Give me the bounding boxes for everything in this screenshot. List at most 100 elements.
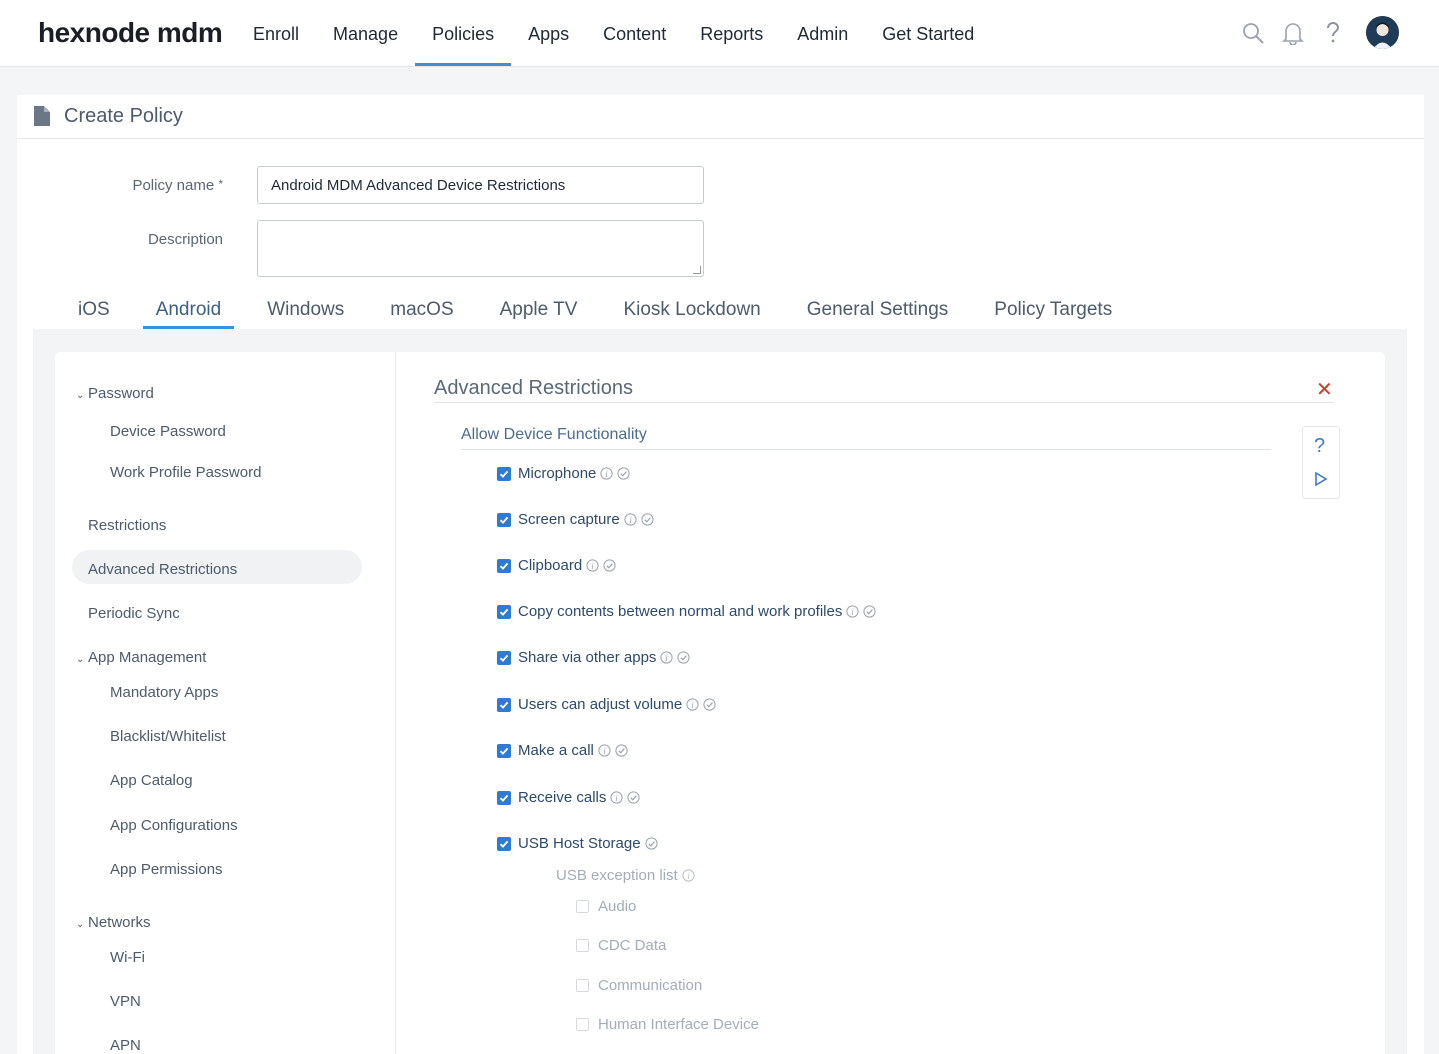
section-title: Advanced Restrictions: [434, 377, 633, 399]
play-icon[interactable]: [1314, 471, 1328, 492]
sidebar-item-mandatory-apps[interactable]: Mandatory Apps: [110, 684, 218, 701]
checkbox[interactable]: [497, 650, 511, 665]
resize-handle[interactable]: [693, 266, 701, 274]
checkbox[interactable]: [497, 697, 511, 712]
search-icon[interactable]: [1240, 20, 1266, 46]
tab-kiosk-lockdown[interactable]: Kiosk Lockdown: [600, 291, 783, 329]
nav-admin[interactable]: Admin: [780, 0, 865, 66]
nav-manage[interactable]: Manage: [316, 0, 415, 66]
usb-exception-label[interactable]: Human Interface Device: [598, 1016, 759, 1033]
checkbox[interactable]: [497, 466, 511, 481]
info-icon[interactable]: i: [660, 651, 674, 664]
option-label[interactable]: Share via other apps: [518, 649, 656, 666]
nav-content[interactable]: Content: [586, 0, 683, 66]
option-row: Receive calls i: [497, 789, 640, 806]
tab-android[interactable]: Android: [133, 291, 245, 329]
option-label[interactable]: Microphone: [518, 465, 596, 482]
verified-icon: [617, 467, 630, 480]
sidebar-item-wifi[interactable]: Wi-Fi: [110, 949, 145, 966]
option-label[interactable]: Copy contents between normal and work pr…: [518, 603, 842, 620]
verified-icon: [863, 605, 876, 618]
checkbox[interactable]: [497, 558, 511, 573]
policy-panel: ⌄ Password Device Password Work Profile P…: [55, 352, 1385, 1054]
tab-windows[interactable]: Windows: [244, 291, 367, 329]
checkbox[interactable]: [497, 604, 511, 619]
tab-macos[interactable]: macOS: [367, 291, 476, 329]
sidebar-item-advanced-restrictions[interactable]: Advanced Restrictions: [88, 561, 237, 578]
tab-ios[interactable]: iOS: [55, 291, 133, 329]
option-label[interactable]: Screen capture: [518, 511, 620, 528]
info-icon[interactable]: i: [610, 791, 623, 804]
tab-apple-tv[interactable]: Apple TV: [477, 291, 601, 329]
usb-exception-label[interactable]: Audio: [598, 898, 636, 915]
nav-policies[interactable]: Policies: [415, 0, 512, 66]
usb-exception-row: Human Interface Device: [576, 1016, 759, 1033]
hexnode-logo[interactable]: hexnode mdm: [38, 17, 223, 49]
info-icon[interactable]: i: [600, 467, 613, 480]
usb-exception-row: Audio: [576, 898, 636, 915]
svg-text:i: i: [687, 871, 690, 881]
close-icon[interactable]: ✕: [1316, 377, 1333, 402]
chevron-down-icon: ⌄: [76, 390, 85, 401]
main-nav: Enroll Manage Policies Apps Content Repo…: [236, 0, 991, 66]
info-icon[interactable]: i: [624, 513, 637, 526]
checkbox[interactable]: [497, 743, 511, 758]
description-textarea[interactable]: [257, 220, 704, 277]
policy-name-input[interactable]: [257, 166, 704, 204]
svg-text:i: i: [629, 515, 632, 525]
avatar[interactable]: [1366, 16, 1399, 49]
nav-enroll[interactable]: Enroll: [236, 0, 316, 66]
svg-text:i: i: [691, 700, 694, 710]
option-row: Copy contents between normal and work pr…: [497, 603, 876, 620]
tab-policy-targets[interactable]: Policy Targets: [971, 291, 1135, 329]
checkbox[interactable]: [497, 836, 511, 851]
sidebar-item-blacklist-whitelist[interactable]: Blacklist/Whitelist: [110, 728, 226, 745]
sidebar-group-app-management[interactable]: ⌄ App Management: [76, 649, 206, 666]
info-icon[interactable]: i: [598, 744, 611, 757]
chevron-down-icon: ⌄: [76, 654, 85, 665]
policy-sidebar: ⌄ Password Device Password Work Profile P…: [55, 352, 396, 1054]
checkbox[interactable]: [576, 1018, 589, 1031]
sidebar-item-app-catalog[interactable]: App Catalog: [110, 772, 193, 789]
checkbox[interactable]: [497, 790, 511, 805]
info-icon[interactable]: i: [686, 698, 699, 711]
checkbox[interactable]: [497, 512, 511, 527]
sidebar-item-apn[interactable]: APN: [110, 1037, 141, 1054]
info-icon[interactable]: i: [586, 559, 599, 572]
nav-get-started[interactable]: Get Started: [865, 0, 991, 66]
checkbox[interactable]: [576, 939, 589, 952]
nav-apps[interactable]: Apps: [511, 0, 586, 66]
svg-text:i: i: [591, 561, 594, 571]
usb-exception-list-label: USB exception list i: [556, 867, 695, 884]
bell-icon[interactable]: [1280, 20, 1306, 46]
sidebar-item-app-permissions[interactable]: App Permissions: [110, 861, 223, 878]
option-label[interactable]: Clipboard: [518, 557, 582, 574]
option-label[interactable]: Receive calls: [518, 789, 606, 806]
option-row: Share via other apps i: [497, 649, 691, 666]
help-icon[interactable]: [1320, 20, 1346, 46]
sidebar-group-password[interactable]: ⌄ Password: [76, 385, 154, 402]
option-label[interactable]: Make a call: [518, 742, 594, 759]
info-icon[interactable]: i: [846, 605, 859, 618]
sidebar-item-device-password[interactable]: Device Password: [110, 423, 226, 440]
help-question-icon[interactable]: ?: [1314, 435, 1325, 458]
svg-text:i: i: [603, 746, 606, 756]
checkbox[interactable]: [576, 979, 589, 992]
verified-icon: [644, 837, 658, 850]
checkbox[interactable]: [576, 900, 589, 913]
nav-reports[interactable]: Reports: [683, 0, 780, 66]
usb-exception-label[interactable]: Communication: [598, 977, 702, 994]
usb-exception-label[interactable]: CDC Data: [598, 937, 666, 954]
verified-icon: [641, 513, 654, 526]
info-icon[interactable]: i: [682, 869, 695, 882]
svg-text:i: i: [606, 469, 609, 479]
sidebar-item-vpn[interactable]: VPN: [110, 993, 141, 1010]
option-label[interactable]: Users can adjust volume: [518, 696, 682, 713]
sidebar-item-work-profile-password[interactable]: Work Profile Password: [110, 464, 261, 481]
sidebar-item-app-configurations[interactable]: App Configurations: [110, 817, 238, 834]
sidebar-item-restrictions[interactable]: Restrictions: [88, 517, 166, 534]
sidebar-item-periodic-sync[interactable]: Periodic Sync: [88, 605, 180, 622]
option-label[interactable]: USB Host Storage: [518, 835, 641, 852]
tab-general-settings[interactable]: General Settings: [784, 291, 972, 329]
sidebar-group-networks[interactable]: ⌄ Networks: [76, 914, 151, 931]
